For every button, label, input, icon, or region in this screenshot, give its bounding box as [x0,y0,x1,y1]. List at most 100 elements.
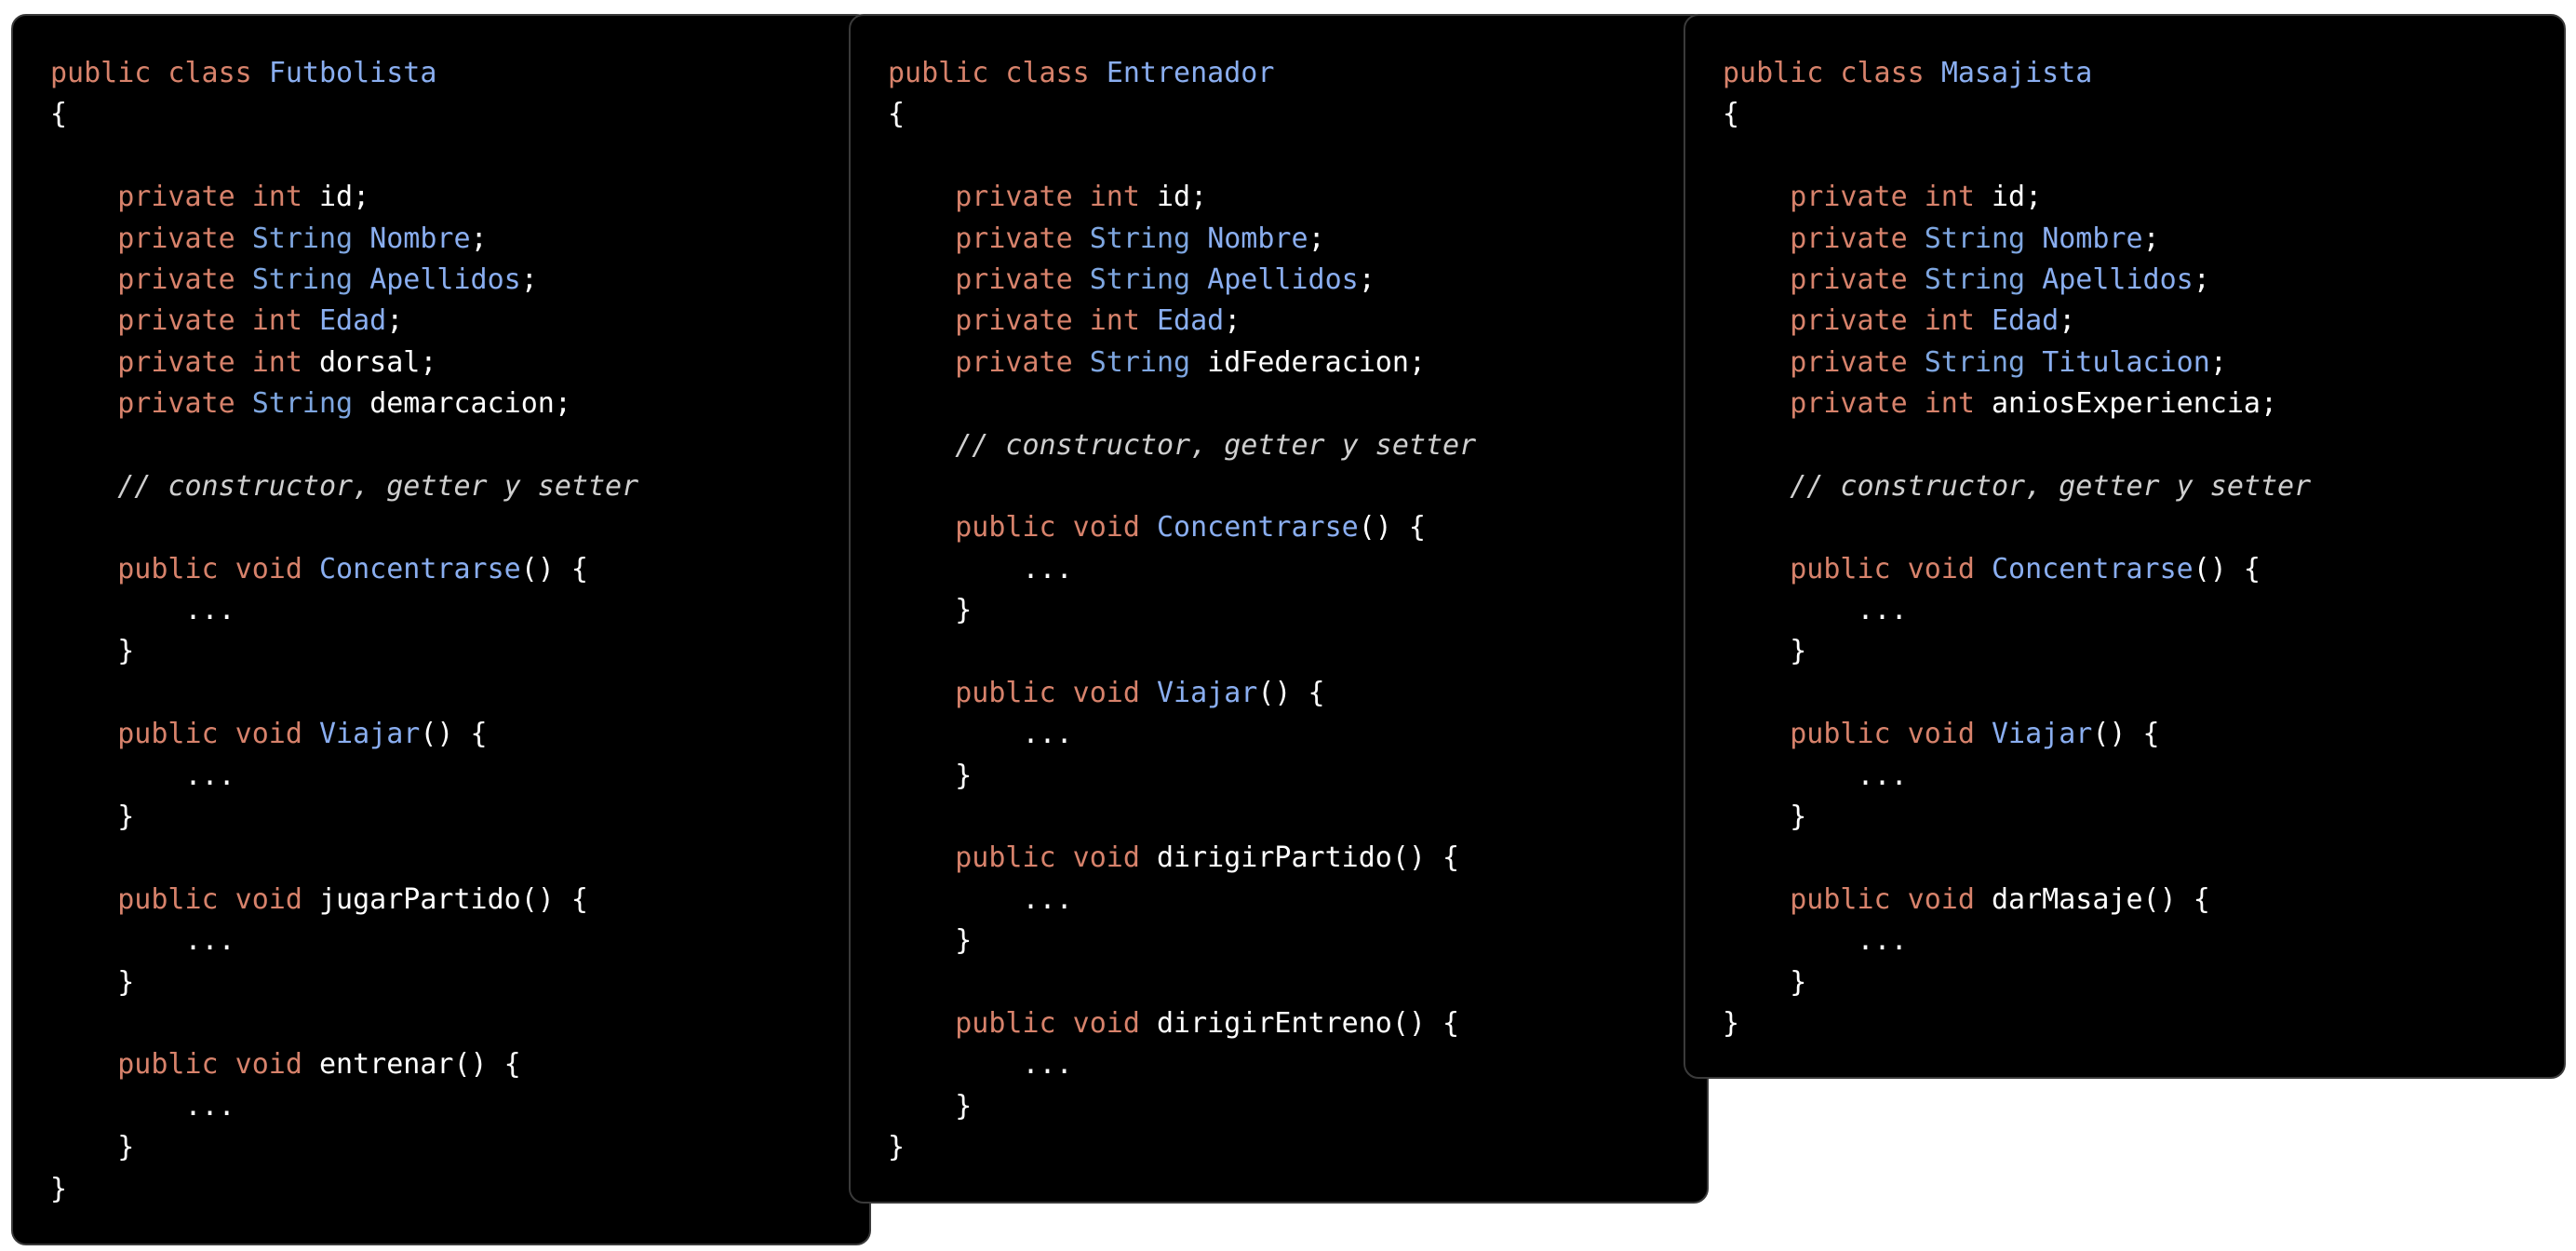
code-line: } [50,962,638,1003]
code-token: } [888,1131,906,1164]
code-token: } [1723,800,1807,834]
code-token: String [1089,345,1208,379]
code-token: } [1723,1006,1740,1040]
code-line: public class Futbolista [50,53,638,94]
code-token: public void [117,882,319,916]
code-token: private [1790,222,1925,255]
code-line: ... [888,1044,1476,1085]
code-token: String [1089,262,1208,296]
code-token: ... [888,718,1073,751]
code-token: public void [117,718,319,751]
code-token: public class [888,57,1107,89]
code-token: { [50,98,68,131]
code-token: ... [888,552,1073,585]
code-line: private String Apellidos; [1723,260,2311,301]
code-line: } [888,590,1476,631]
code-line: } [50,631,638,672]
code-token: } [50,635,135,668]
code-token: Masajista [1940,57,2093,89]
code-token: () { [2092,718,2160,751]
code-line: private int id; [888,177,1476,218]
code-token: private [955,345,1090,379]
code-token: () { [2193,552,2261,585]
code-token: int [1089,304,1157,338]
code-token: () { [520,552,588,585]
code-line: } [50,1169,638,1210]
code-token: Nombre [2042,222,2143,255]
code-line: ... [50,756,638,797]
code-token: Apellidos [2042,262,2194,296]
code-line: public void Concentrarse() { [1723,549,2311,590]
code-token: Titulacion [2042,345,2210,379]
code-token: Concentrarse [1992,552,2194,585]
code-token: { [1723,98,1740,131]
code-token: ... [50,924,235,958]
code-token: ... [50,759,235,792]
code-token: ; [1358,262,1375,296]
code-line: ... [1723,756,2311,797]
code-token: private [955,222,1090,255]
code-line: ... [1723,921,2311,962]
code-line: { [888,94,1476,135]
code-token: ; [2142,222,2160,255]
code-line: } [1723,1003,2311,1044]
code-line: { [50,94,638,135]
code-line: private String Nombre; [1723,219,2311,260]
code-token: Viajar [1157,676,1258,709]
code-token: darMasaje() { [1992,882,2210,916]
code-line: private int Edad; [888,301,1476,342]
code-token: public void [955,841,1157,875]
code-token: private [955,262,1090,296]
code-token: private [1790,262,1925,296]
code-token: Viajar [319,718,421,751]
code-token: } [888,924,973,958]
code-token: private [117,181,252,214]
code-line: public void Concentrarse() { [888,507,1476,548]
code-token: String [1924,222,2043,255]
code-token: public void [1790,882,1992,916]
code-token: private [117,345,252,379]
code-line: private String Titulacion; [1723,343,2311,383]
code-token: } [50,1172,68,1205]
code-token: ... [50,594,235,627]
code-token: private [1790,181,1925,214]
code-token: Nombre [1207,222,1308,255]
code-token: String [251,222,370,255]
code-line: ... [888,714,1476,755]
code-token: int [1089,181,1157,214]
code-token: ; [386,304,404,338]
code-line: private String demarcacion; [50,383,638,424]
code-line: } [888,921,1476,962]
code-token: ; [1308,222,1325,255]
code-panel-futbolista: public class Futbolista { private int id;… [11,14,871,1245]
code-token: Edad [1992,304,2059,338]
code-token: entrenar() { [319,1048,521,1082]
code-line: public class Entrenador [888,53,1476,94]
code-token: ... [50,1089,235,1123]
code-line: ... [888,549,1476,590]
code-token: public void [117,552,319,585]
code-token: } [50,800,135,834]
code-line: private String idFederacion; [888,343,1476,383]
code-line: public void darMasaje() { [1723,880,2311,921]
